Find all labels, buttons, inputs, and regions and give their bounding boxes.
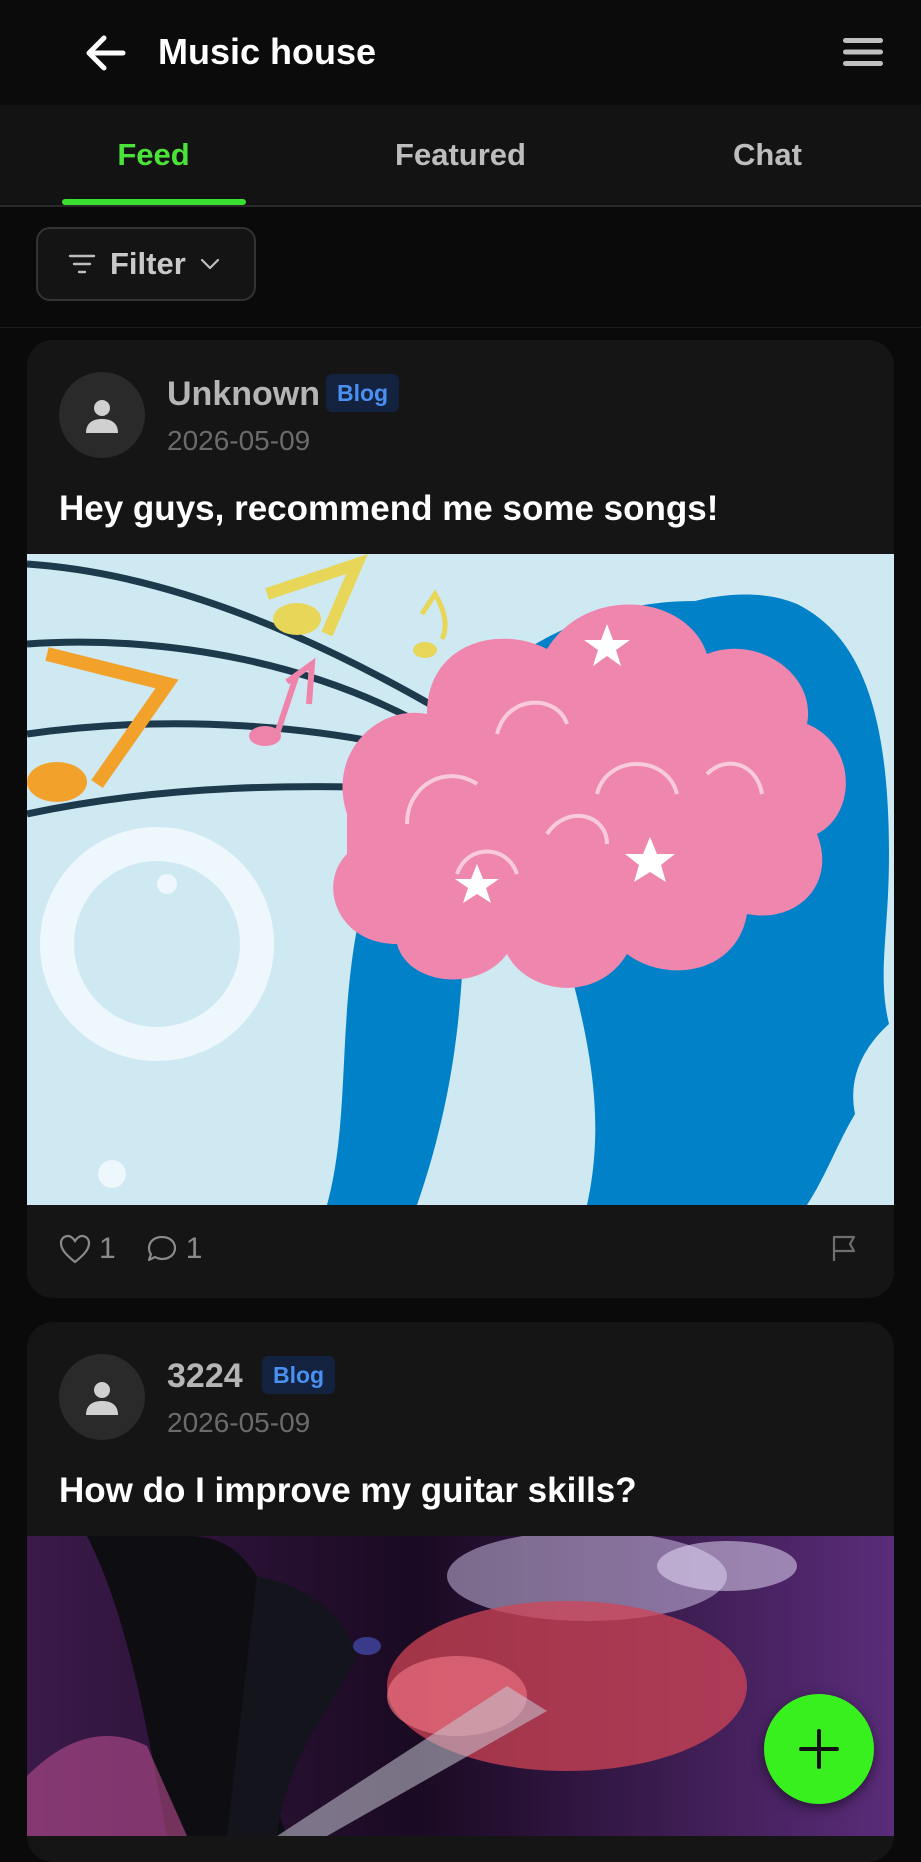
page-title: Music house — [158, 31, 377, 72]
menu-button[interactable] — [838, 30, 888, 74]
post-date: 2026-05-09 — [167, 1407, 311, 1438]
create-post-button[interactable] — [764, 1694, 874, 1804]
user-icon — [86, 400, 118, 433]
post-title[interactable]: Hey guys, recommend me some songs! — [59, 488, 718, 530]
top-app-bar: Music house — [0, 0, 921, 105]
filter-label: Filter — [110, 246, 186, 281]
comment-count: 1 — [185, 1232, 203, 1265]
tab-chat[interactable]: Chat — [614, 105, 921, 205]
comment-icon[interactable] — [146, 1234, 178, 1264]
avatar[interactable] — [59, 1354, 145, 1440]
post-author[interactable]: Unknown — [167, 374, 320, 414]
tab-feed[interactable]: Feed — [0, 105, 307, 205]
post-type-badge: Blog — [326, 374, 400, 412]
avatar[interactable] — [59, 372, 145, 458]
guitar-player-photo[interactable] — [27, 1536, 894, 1836]
back-button[interactable] — [80, 28, 130, 78]
tab-bar: Feed Featured Chat — [0, 105, 921, 207]
brain-music-illustration[interactable] — [27, 554, 894, 1205]
user-icon — [86, 1382, 118, 1415]
chevron-down-icon — [200, 258, 219, 270]
arrow-left-icon — [86, 35, 126, 71]
post-title[interactable]: How do I improve my guitar skills? — [59, 1470, 637, 1512]
heart-icon[interactable] — [59, 1234, 91, 1264]
tab-featured[interactable]: Featured — [307, 105, 614, 205]
post-card[interactable]: Unknown Blog 2026-05-09 Hey guys, recomm… — [27, 340, 894, 1298]
post-card[interactable]: 3224 Blog 2026-05-09 How do I improve my… — [27, 1322, 894, 1862]
like-count: 1 — [99, 1232, 116, 1265]
filter-button[interactable]: Filter — [36, 227, 256, 301]
filter-icon — [68, 254, 96, 274]
post-actions: 1 1 — [59, 1232, 232, 1266]
post-date: 2026-05-09 — [167, 425, 311, 456]
post-author[interactable]: 3224 — [167, 1356, 243, 1396]
hamburger-menu-icon — [843, 38, 883, 66]
filter-bar: Filter — [0, 207, 921, 328]
post-type-badge: Blog — [262, 1356, 336, 1394]
report-flag-icon[interactable] — [830, 1234, 860, 1262]
plus-icon — [799, 1729, 839, 1769]
active-tab-indicator — [62, 199, 246, 205]
